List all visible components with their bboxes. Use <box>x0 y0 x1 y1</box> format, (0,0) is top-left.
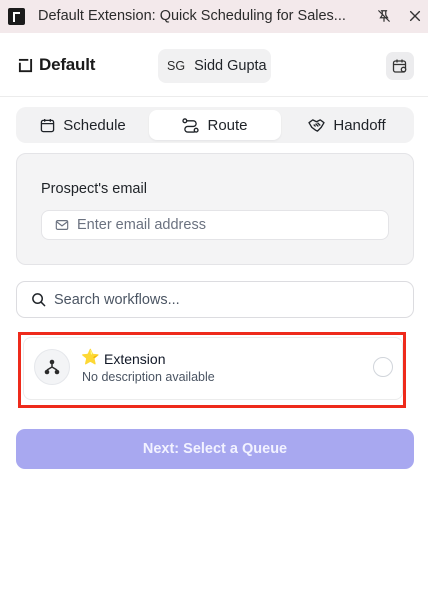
calendar-settings-icon <box>392 59 407 73</box>
window-title: Default Extension: Quick Scheduling for … <box>38 8 346 24</box>
app-header: Default SG Sidd Gupta <box>0 33 428 97</box>
search-field-wrapper <box>16 281 414 318</box>
calendar-settings-button[interactable] <box>386 52 414 80</box>
user-name: Sidd Gupta <box>194 58 267 74</box>
close-icon[interactable] <box>408 9 422 23</box>
workflow-icon <box>44 359 60 375</box>
prospect-email-card: Prospect's email <box>16 153 414 265</box>
tab-handoff[interactable]: Handoff <box>283 110 411 140</box>
tab-bar: Schedule Route Handoff <box>16 107 414 143</box>
extension-logo-icon <box>8 8 25 25</box>
workflow-title: Extension <box>104 351 166 367</box>
user-chip[interactable]: SG Sidd Gupta <box>158 49 271 83</box>
prospect-email-label: Prospect's email <box>41 181 147 197</box>
email-field[interactable] <box>77 217 367 233</box>
mail-icon <box>55 220 69 230</box>
pin-off-icon[interactable] <box>377 9 391 23</box>
workflow-radio[interactable] <box>373 357 393 377</box>
user-initials: SG <box>167 59 186 73</box>
workflow-item[interactable]: ⭐ Extension No description available <box>23 337 403 400</box>
tab-label: Route <box>207 116 248 134</box>
email-field-wrapper <box>41 210 389 240</box>
workflow-avatar <box>34 349 70 385</box>
search-icon <box>32 293 46 307</box>
brand: Default <box>18 55 95 75</box>
title-bar: Default Extension: Quick Scheduling for … <box>0 0 428 33</box>
next-select-queue-button[interactable]: Next: Select a Queue <box>16 429 414 469</box>
tab-label: Handoff <box>333 116 386 134</box>
brand-name: Default <box>39 55 96 74</box>
handshake-icon <box>308 118 326 132</box>
search-input[interactable] <box>54 291 384 308</box>
workflow-description: No description available <box>82 370 215 384</box>
default-logo-icon <box>18 58 33 72</box>
tab-label: Schedule <box>63 116 126 134</box>
tab-schedule[interactable]: Schedule <box>19 110 147 140</box>
tab-route[interactable]: Route <box>149 110 281 140</box>
route-icon <box>182 117 200 133</box>
calendar-icon <box>40 118 55 132</box>
star-icon: ⭐ <box>81 349 100 366</box>
